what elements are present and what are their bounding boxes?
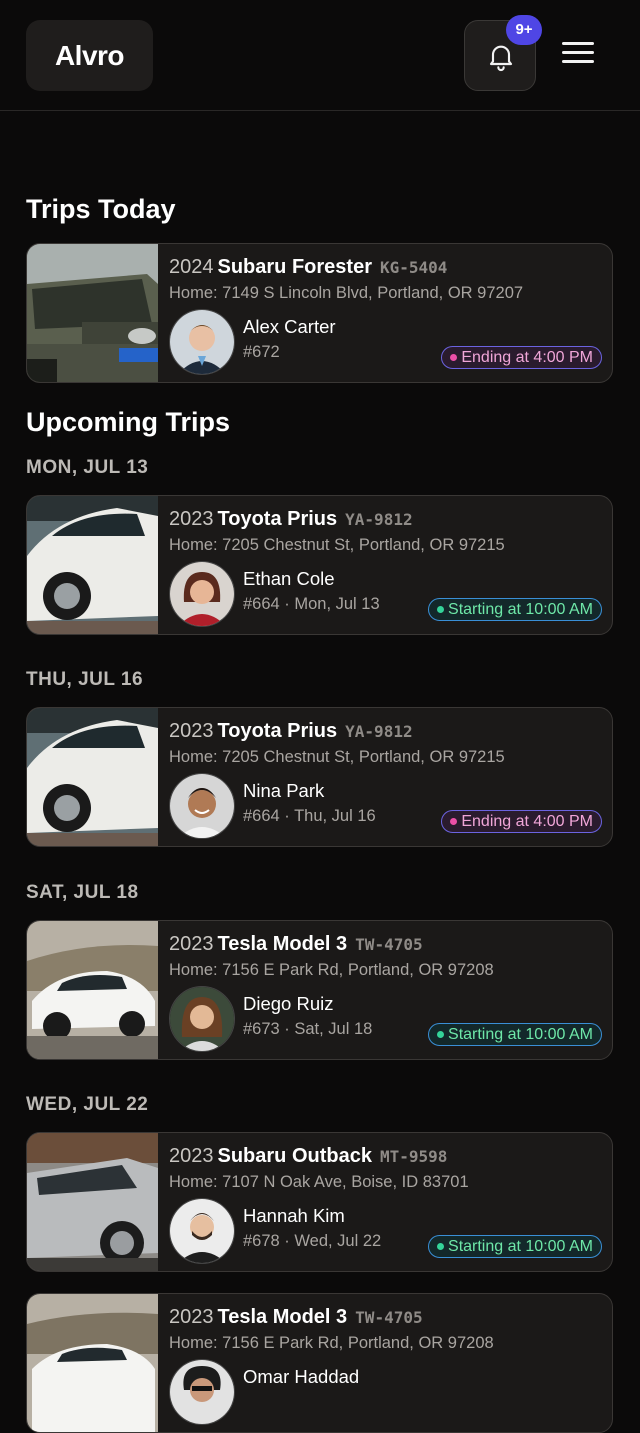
trip-card[interactable]: 2023 Subaru Outback MT-9598 Home: 7107 N O… [26,1132,613,1272]
status-dot [450,354,458,361]
car-model: Tesla Model 3 [217,933,348,955]
renter-name: Hannah Kim [243,1205,345,1226]
notification-count-badge: 9+ [506,15,542,45]
car-photo-tesla-model-3 [27,1294,158,1432]
car-model: Toyota Prius [217,720,338,742]
status-text: Ending at 4:00 PM [461,813,593,830]
status-text: Starting at 10:00 AM [448,1026,593,1043]
trip-meta: #672 [243,343,280,361]
license-plate: TW-4705 [355,1308,423,1327]
pickup-address: Home: 7149 S Lincoln Blvd, Portland, OR … [169,284,524,302]
trip-card[interactable]: 2023 Tesla Model 3 TW-4705 Home: 7156 E Pa… [26,1293,613,1433]
status-badge: Ending at 4:00 PM [441,810,602,833]
status-dot [437,1243,445,1250]
status-dot [437,606,445,613]
trip-card[interactable]: 2023 Tesla Model 3 TW-4705 Home: 7156 E Pa… [26,920,613,1060]
bell-icon [489,45,513,71]
car-year: 2024 [169,256,214,278]
avatar [169,1359,235,1425]
car-title: 2023 Tesla Model 3 TW-4705 [169,1306,423,1329]
date-group-label: WED, JUL 22 [26,1094,149,1115]
car-photo-tesla-model-3 [27,921,158,1059]
avatar [169,561,235,627]
trip-card[interactable]: 2023 Toyota Prius YA-9812 Home: 7205 Chest… [26,707,613,847]
renter-name: Ethan Cole [243,568,335,589]
avatar [169,773,235,839]
date-group-label: SAT, JUL 18 [26,882,139,903]
renter-name: Diego Ruiz [243,993,334,1014]
status-badge: Ending at 4:00 PM [441,346,602,369]
pickup-address: Home: 7156 E Park Rd, Portland, OR 97208 [169,1334,494,1352]
renter-name: Alex Carter [243,316,336,337]
status-text: Starting at 10:00 AM [448,601,593,618]
car-photo-subaru-outback [27,1133,158,1271]
trip-meta: #664 · Thu, Jul 16 [243,807,376,825]
car-photo-toyota-prius [27,708,158,846]
pickup-address: Home: 7107 N Oak Ave, Boise, ID 83701 [169,1173,469,1191]
pickup-address: Home: 7205 Chestnut St, Portland, OR 972… [169,748,505,766]
app-logo[interactable]: Alvro [26,20,153,91]
car-photo-toyota-prius [27,496,158,634]
avatar [169,986,235,1052]
car-title: 2023 Toyota Prius YA-9812 [169,720,413,743]
car-model: Tesla Model 3 [217,1306,348,1328]
status-dot [437,1031,445,1038]
car-model: Toyota Prius [217,508,338,530]
hamburger-menu-icon[interactable] [562,42,594,68]
avatar [169,1198,235,1264]
status-dot [450,818,458,825]
car-year: 2023 [169,1306,214,1328]
date-group-label: THU, JUL 16 [26,669,144,690]
date-group-label: MON, JUL 13 [26,457,149,478]
upcoming-trips-heading: Upcoming Trips [26,407,231,437]
license-plate: YA-9812 [345,722,413,741]
renter-name: Nina Park [243,780,325,801]
status-text: Starting at 10:00 AM [448,1238,593,1255]
car-year: 2023 [169,1145,214,1167]
car-year: 2023 [169,508,214,530]
renter-name: Omar Haddad [243,1366,360,1387]
car-title: 2023 Subaru Outback MT-9598 [169,1145,447,1168]
trips-today-heading: Trips Today [26,194,176,224]
app-header: Alvro 9+ [0,0,640,111]
trip-card[interactable]: 2024 Subaru Forester KG-5404 Home: 7149 S … [26,243,613,383]
car-year: 2023 [169,933,214,955]
trip-meta: #664 · Mon, Jul 13 [243,595,380,613]
pickup-address: Home: 7205 Chestnut St, Portland, OR 972… [169,536,505,554]
car-photo-subaru-forester [27,244,158,382]
license-plate: TW-4705 [355,935,423,954]
car-title: 2024 Subaru Forester KG-5404 [169,256,447,279]
car-model: Subaru Forester [217,256,372,278]
car-title: 2023 Tesla Model 3 TW-4705 [169,933,423,956]
car-title: 2023 Toyota Prius YA-9812 [169,508,413,531]
status-badge: Starting at 10:00 AM [428,598,602,621]
trip-meta: #673 · Sat, Jul 18 [243,1020,373,1038]
trip-card[interactable]: 2023 Toyota Prius YA-9812 Home: 7205 Chest… [26,495,613,635]
pickup-address: Home: 7156 E Park Rd, Portland, OR 97208 [169,961,494,979]
status-badge: Starting at 10:00 AM [428,1235,602,1258]
car-year: 2023 [169,720,214,742]
trip-meta: #678 · Wed, Jul 22 [243,1232,382,1250]
avatar [169,309,235,375]
status-badge: Starting at 10:00 AM [428,1023,602,1046]
license-plate: YA-9812 [345,510,413,529]
car-model: Subaru Outback [217,1145,372,1167]
license-plate: MT-9598 [379,1147,448,1166]
status-text: Ending at 4:00 PM [461,349,593,366]
license-plate: KG-5404 [379,258,448,277]
